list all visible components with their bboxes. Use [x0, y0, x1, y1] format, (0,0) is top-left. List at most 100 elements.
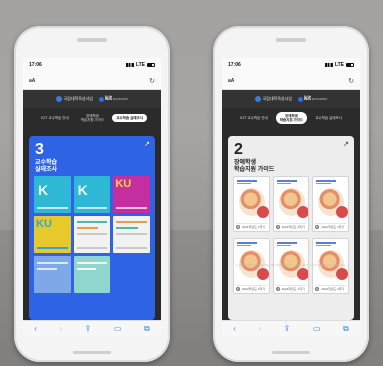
- footnote: 본 자료는 장애학생의 학습지원을 위한 안내 자료입니다. 자세한 내용은 교…: [235, 264, 347, 267]
- report-cover[interactable]: K: [34, 176, 71, 213]
- kit-logo-text: kit: [104, 96, 112, 102]
- tab-teaching-survey[interactable]: 교수학습 실태조사: [112, 114, 147, 122]
- panel-number: 2: [234, 141, 243, 158]
- report-cover[interactable]: [34, 256, 71, 293]
- university-emblem-icon: [254, 96, 261, 102]
- card-label: 2023학년도 2학기: [321, 286, 345, 291]
- kit-logo-dot-icon: [297, 96, 303, 102]
- external-arrow-icon[interactable]: ↗: [144, 140, 150, 148]
- browser-toolbar: ‹ › ⇪ ▭ ⧉: [222, 320, 360, 336]
- card-index: 6: [315, 286, 320, 291]
- site-header: 국립대학육성사업 kit ECONOMY: [222, 90, 360, 108]
- guide-card[interactable]: 1 2021학년도 1학기: [233, 176, 270, 232]
- url-bar[interactable]: aA ↻: [23, 72, 161, 90]
- card-index: 1: [236, 224, 240, 229]
- back-icon[interactable]: ‹: [34, 324, 37, 333]
- share-icon[interactable]: ⇪: [284, 324, 291, 333]
- forward-icon[interactable]: ›: [59, 324, 62, 333]
- report-cover[interactable]: K: [73, 176, 111, 213]
- status-bar: 17:06 LTE: [222, 58, 360, 72]
- report-cover[interactable]: [113, 216, 150, 253]
- network-label: LTE: [334, 62, 344, 68]
- reload-icon[interactable]: ↻: [348, 77, 354, 85]
- cover-illustration: [239, 188, 269, 218]
- guide-grid: 1 2021학년도 1학기 2 2021학년도 2학기 3 2022학년도 1학기 4…: [233, 176, 349, 294]
- report-cover[interactable]: [73, 216, 111, 253]
- university-emblem-icon: [55, 96, 62, 102]
- cover-glyph: KU: [115, 178, 132, 190]
- kit-logo-sub: ECONOMY: [311, 97, 328, 101]
- share-icon[interactable]: ⇪: [85, 324, 92, 333]
- panel-number: 3: [35, 141, 44, 158]
- tabs-icon[interactable]: ⧉: [144, 324, 150, 334]
- card-index: 3: [315, 224, 320, 229]
- battery-icon: [346, 63, 354, 67]
- network-label: LTE: [135, 62, 145, 68]
- university-logo[interactable]: 국립대학육성사업: [254, 96, 292, 102]
- kit-logo-sub: ECONOMY: [112, 97, 129, 101]
- card-index: 5: [275, 286, 280, 291]
- university-logo-text: 국립대학육성사업: [262, 96, 292, 101]
- card-label: 2021학년도 1학기: [242, 224, 265, 229]
- forward-icon[interactable]: ›: [258, 324, 261, 333]
- reader-aa-button[interactable]: aA: [228, 78, 234, 84]
- status-time: 17:06: [228, 62, 241, 68]
- site-header: 국립대학육성사업 kit ECONOMY: [23, 90, 161, 108]
- tabs-icon[interactable]: ⧉: [343, 324, 349, 334]
- phone-screen: 17:06 LTE aA ↻ 국립대학육성사업 kit ECONOMY K2T …: [222, 58, 360, 336]
- tab-disabled-student-guide[interactable]: 장애학생 학습지원 가이드: [77, 112, 109, 124]
- report-cover[interactable]: KU: [34, 216, 71, 253]
- status-bar: 17:06 LTE: [23, 58, 161, 72]
- guide-card[interactable]: 2 2021학년도 2학기: [272, 176, 310, 232]
- bookmarks-icon[interactable]: ▭: [313, 324, 321, 333]
- university-logo-text: 국립대학육성사업: [63, 96, 93, 101]
- tab-teaching-survey[interactable]: 교수학습 실태조사: [311, 114, 346, 122]
- phone-left: 17:06 LTE aA ↻ 국립대학육성사업 kit ECONOMY K2T …: [14, 26, 170, 362]
- card-label: 2023학년도 1학기: [281, 286, 305, 291]
- url-bar[interactable]: aA ↻: [222, 72, 360, 90]
- cover-glyph: K: [77, 182, 88, 198]
- guide-card[interactable]: 3 2022학년도 1학기: [312, 176, 349, 232]
- report-grid: K K KU KU: [34, 176, 150, 293]
- section-tabs: K2T 교수학습 안내 장애학생 학습지원 가이드 교수학습 실태조사: [23, 108, 161, 128]
- speaker-grille: [77, 38, 107, 42]
- external-arrow-icon[interactable]: ↗: [343, 140, 349, 148]
- card-label: 2022학년도 1학기: [321, 224, 345, 229]
- cover-illustration: [278, 188, 309, 218]
- university-logo[interactable]: 국립대학육성사업: [55, 96, 93, 102]
- kit-logo-text: kit: [303, 96, 311, 102]
- card-index: 2: [275, 224, 280, 229]
- signal-icon: [324, 63, 333, 67]
- card-label: 2022학년도 2학기: [242, 286, 265, 291]
- phone-screen: 17:06 LTE aA ↻ 국립대학육성사업 kit ECONOMY K2T …: [23, 58, 161, 336]
- card-label: 2021학년도 2학기: [281, 224, 305, 229]
- browser-toolbar: ‹ › ⇪ ▭ ⧉: [23, 320, 161, 336]
- card-index: 4: [236, 286, 240, 291]
- speaker-grille: [276, 38, 306, 42]
- reload-icon[interactable]: ↻: [149, 77, 155, 85]
- kit-logo[interactable]: kit ECONOMY: [297, 96, 328, 102]
- report-cover[interactable]: KU: [113, 176, 150, 213]
- tab-k2t-guide[interactable]: K2T 교수학습 안내: [37, 114, 73, 122]
- cover-glyph: K: [38, 182, 49, 198]
- cover-illustration: [318, 188, 349, 218]
- cover-glyph: KU: [36, 218, 52, 230]
- report-cover[interactable]: [73, 256, 111, 293]
- home-indicator: [272, 351, 310, 354]
- panel-title: 교수학습 실태조사: [35, 160, 58, 173]
- kit-logo[interactable]: kit ECONOMY: [98, 96, 129, 102]
- home-indicator: [73, 351, 111, 354]
- phone-right: 17:06 LTE aA ↻ 국립대학육성사업 kit ECONOMY K2T …: [213, 26, 369, 362]
- section-tabs: K2T 교수학습 안내 장애학생 학습지원 가이드 교수학습 실태조사: [222, 108, 360, 128]
- tab-k2t-guide[interactable]: K2T 교수학습 안내: [236, 114, 272, 122]
- signal-icon: [125, 63, 134, 67]
- bookmarks-icon[interactable]: ▭: [114, 324, 122, 333]
- tab-disabled-student-guide[interactable]: 장애학생 학습지원 가이드: [275, 112, 308, 124]
- survey-panel: 3 교수학습 실태조사 ↗ K K KU KU: [29, 136, 155, 320]
- kit-logo-dot-icon: [98, 96, 104, 102]
- guide-panel: 2 장애학생 학습지원 가이드 ↗ 1 2021학년도 1학기 2 2021학년도 …: [228, 136, 354, 320]
- back-icon[interactable]: ‹: [233, 324, 236, 333]
- reader-aa-button[interactable]: aA: [29, 78, 35, 84]
- panel-title: 장애학생 학습지원 가이드: [234, 160, 275, 173]
- battery-icon: [147, 63, 155, 67]
